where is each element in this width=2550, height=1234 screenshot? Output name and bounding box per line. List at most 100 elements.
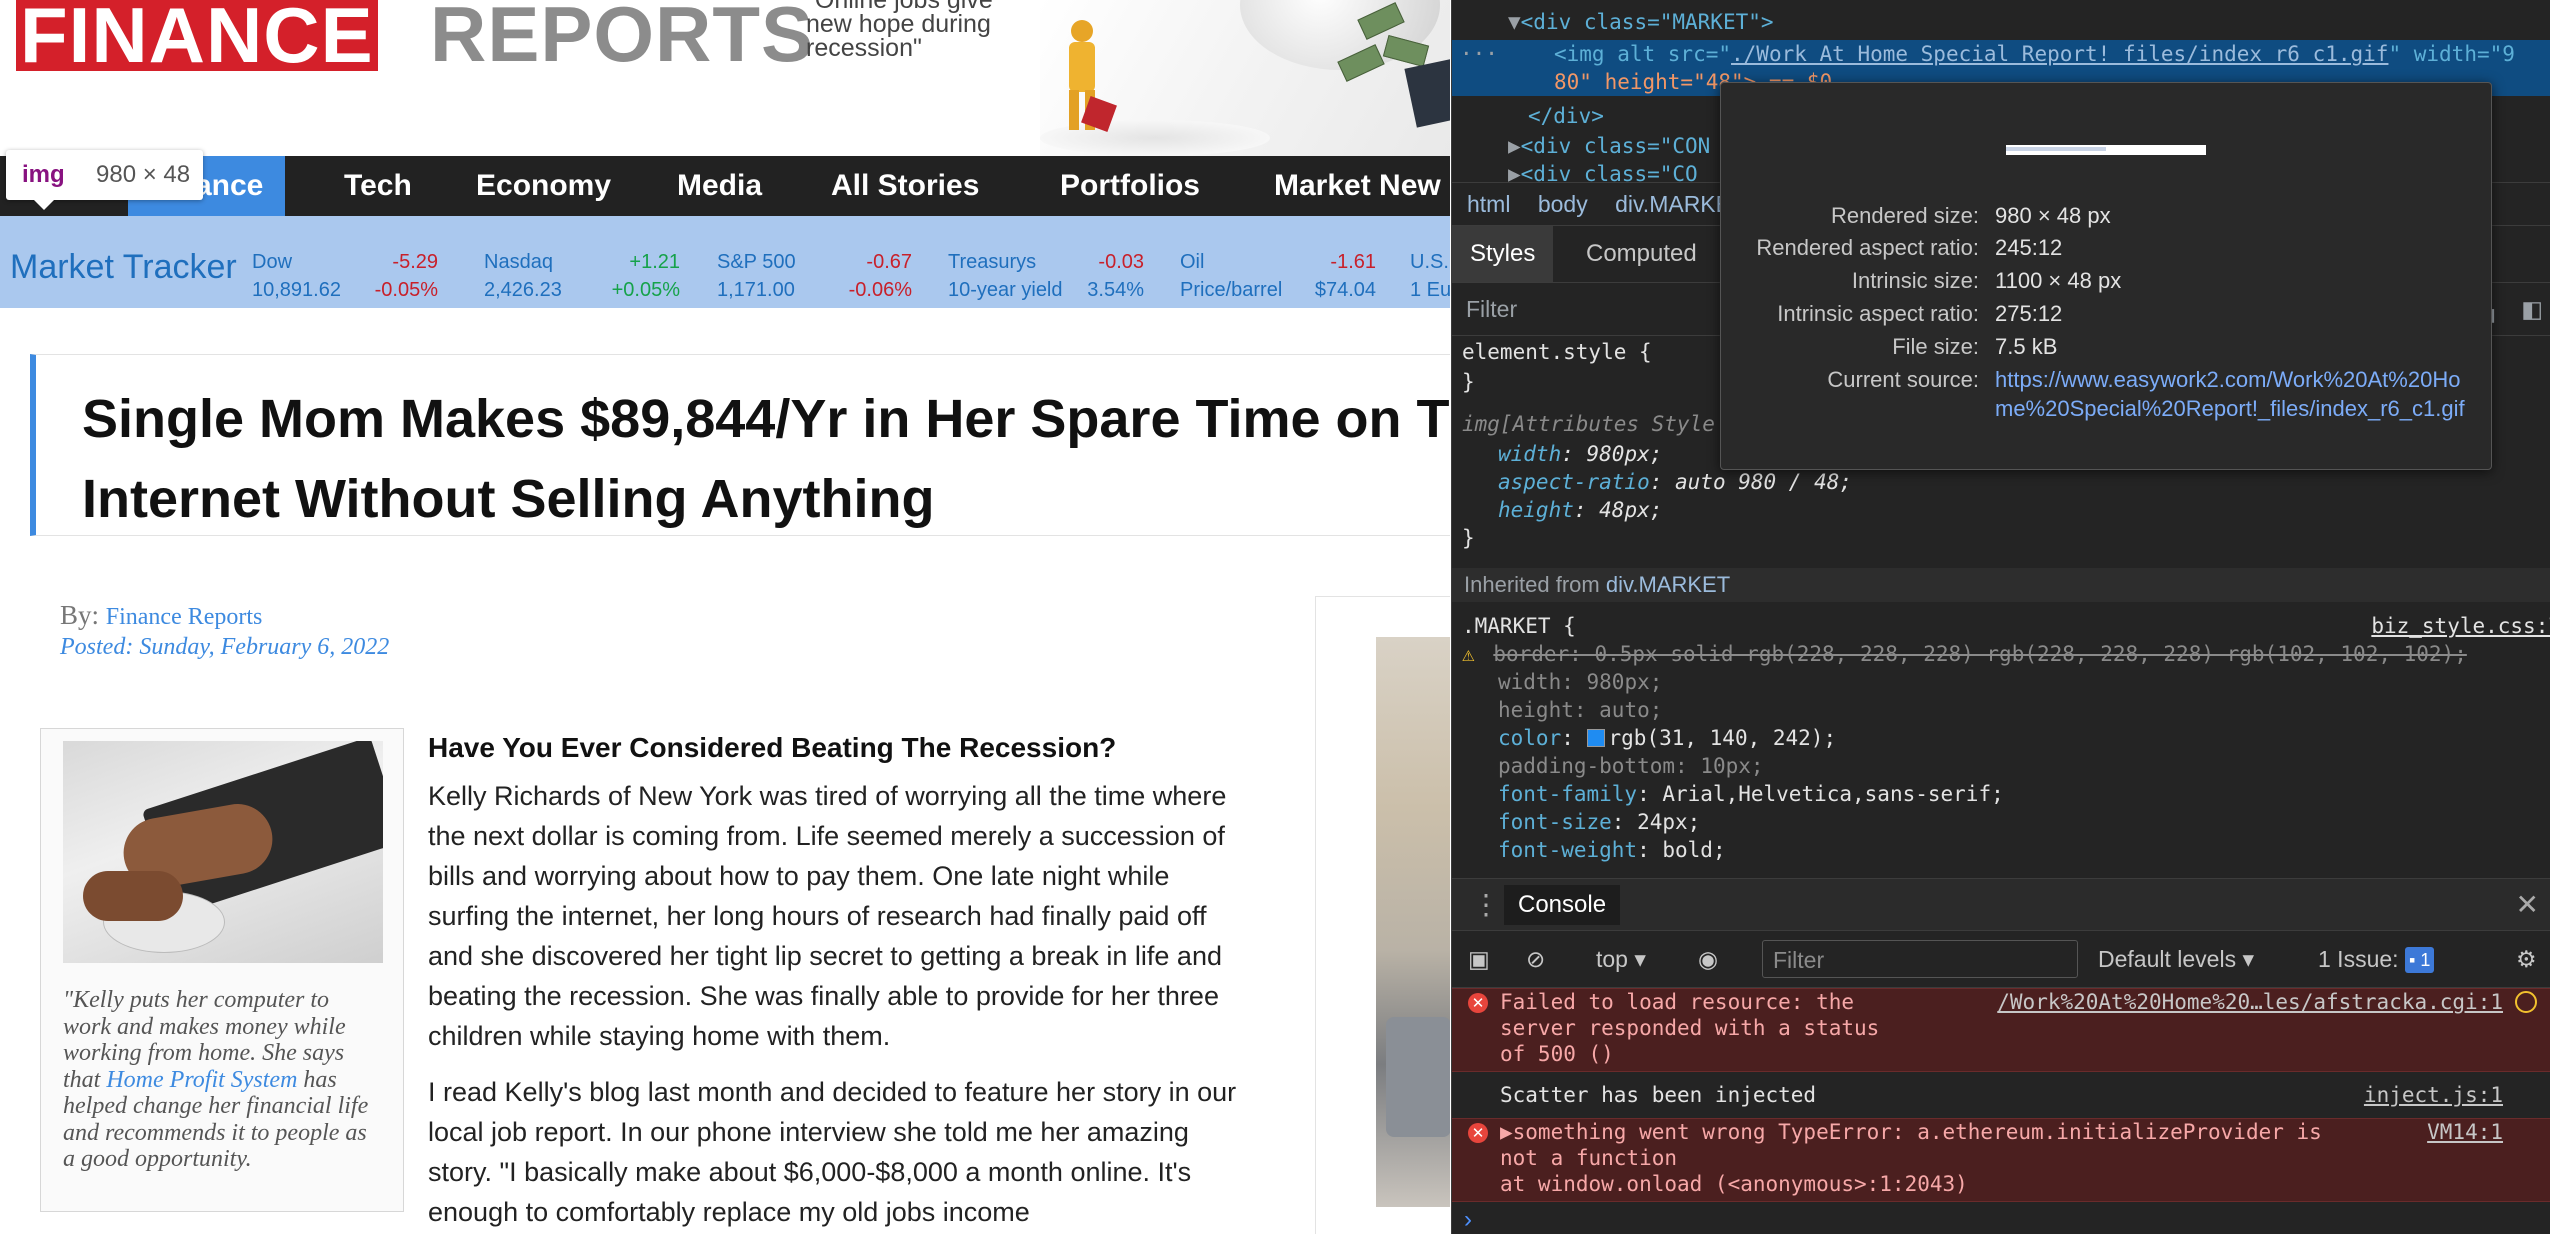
tab-console[interactable]: Console [1504, 885, 1621, 925]
css-prop-height-inherited[interactable]: height: auto; [1452, 696, 2550, 724]
market-tracker: Market Tracker Dow 10,891.62 -5.29 -0.05%… [0, 216, 1450, 308]
market-item-sp500[interactable]: S&P 500 1,171.00 -0.67 -0.06% [717, 248, 912, 304]
article-headline: Single Mom Makes $89,844/Yr in Her Spare… [82, 389, 1450, 529]
inherited-from-link[interactable]: div.MARKET [1606, 572, 1730, 597]
console-message-line: server responded with a status [1500, 1016, 1880, 1040]
market-item-pct: -0.05% [374, 279, 438, 301]
log-levels-label: Default levels [2098, 946, 2237, 972]
css-prop-font-family[interactable]: font-family: Arial,Helvetica,sans-serif; [1452, 780, 2550, 808]
popover-key: Intrinsic size: [1851, 268, 1979, 293]
css-prop-padding-bottom[interactable]: padding-bottom: 10px; [1452, 752, 2550, 780]
console-error-message[interactable]: ✕ Failed to load resource: the server re… [1452, 988, 2550, 1072]
popover-value: 275:12 [1995, 301, 2063, 326]
market-item-usd[interactable]: U.S. 1 Eu [1410, 248, 1450, 304]
css-prop-value: 10px; [1700, 754, 1764, 778]
market-item-change: -1.61 [1330, 251, 1376, 273]
logo-reports[interactable]: REPORTS [430, 0, 814, 73]
toggle-sidebar-icon[interactable]: ◧ [2521, 283, 2543, 335]
nav-tech[interactable]: Tech [344, 156, 412, 216]
market-item-change: -5.29 [392, 251, 438, 273]
market-item-treasurys[interactable]: Treasurys 10-year yield -0.03 3.54% [948, 248, 1144, 304]
log-levels-dropdown[interactable]: Default levels ▾ [2098, 931, 2254, 987]
market-item-nasdaq[interactable]: Nasdaq 2,426.23 +1.21 +0.05% [484, 248, 680, 304]
tab-styles[interactable]: Styles [1452, 226, 1554, 282]
console-source-link[interactable]: VM14:1 [2427, 1119, 2503, 1145]
css-prop-font-size[interactable]: font-size: 24px; [1452, 808, 2550, 836]
css-prop-name: width [1498, 442, 1562, 466]
popover-key: File size: [1892, 334, 1979, 359]
dom-node-text: <div class="CO [1520, 162, 1698, 182]
color-swatch[interactable] [1586, 729, 1605, 747]
popover-key: Intrinsic aspect ratio: [1777, 301, 1979, 326]
css-prop-aspect-ratio[interactable]: aspect-ratio: auto 980 / 48; [1452, 468, 2550, 496]
console-source-link[interactable]: /Work%20At%20Home%20…les/afstracka.cgi:1 [1997, 989, 2503, 1015]
caption-link[interactable]: Home Profit System [106, 1067, 297, 1093]
console-message-line: Failed to load resource: the [1500, 990, 1855, 1014]
devtools-panel: ▼<div class="MARKET"> ··· <img alt src="… [1451, 0, 2550, 1234]
nav-portfolios[interactable]: Portfolios [1060, 156, 1200, 216]
css-prop-value: 24px; [1637, 810, 1701, 834]
network-request-icon[interactable] [2515, 991, 2537, 1013]
right-rail [1315, 596, 1450, 1234]
console-error-message[interactable]: ✕ ▶something went wrong TypeError: a.eth… [1452, 1118, 2550, 1202]
market-item-pct: $74.04 [1314, 279, 1376, 301]
article-paragraph: I read Kelly's blog last month and decid… [428, 1077, 1237, 1227]
issues-count-badge: ▪ 1 [2404, 947, 2435, 973]
logo-finance[interactable]: FINANCE [16, 0, 378, 74]
popover-value: 980 × 48 px [1995, 203, 2111, 228]
issues-button[interactable]: 1 Issue: ▪ 1 [2318, 931, 2435, 987]
popover-source-link[interactable]: https://www.easywork2.com/Work%20At%20Ho… [1995, 365, 2475, 423]
console-filter-input[interactable]: Filter [1762, 940, 2078, 978]
css-source-link[interactable]: biz_style.css:7 [2371, 612, 2550, 640]
nav-economy[interactable]: Economy [476, 156, 611, 216]
nav-media[interactable]: Media [677, 156, 762, 216]
console-info-message[interactable]: Scatter has been injected inject.js:1 [1452, 1082, 2550, 1110]
css-prop-name: font-family [1498, 782, 1638, 806]
market-item-pct: +0.05% [611, 279, 680, 301]
gear-icon[interactable]: ⚙ [2516, 931, 2537, 987]
popover-key: Rendered aspect ratio: [1756, 235, 1979, 260]
sidebar-toggle-icon[interactable]: ▣ [1468, 931, 1490, 987]
live-expression-eye-icon[interactable]: ◉ [1698, 931, 1718, 987]
tab-computed[interactable]: Computed [1568, 226, 1715, 282]
main-nav: Finance Tech Economy Media All Stories P… [0, 156, 1450, 216]
dom-img-src-link[interactable]: ./Work At Home Special Report! files/ind… [1731, 42, 2388, 66]
issues-label: 1 Issue: [2318, 946, 2399, 972]
nav-market-news[interactable]: Market New [1274, 156, 1441, 216]
console-prompt-icon[interactable]: › [1464, 1206, 1472, 1234]
more-options-icon[interactable]: ··· [1460, 40, 1498, 68]
nav-all-stories[interactable]: All Stories [831, 156, 979, 216]
dom-img-open: <img alt src=" [1554, 42, 1732, 66]
css-prop-width-inherited[interactable]: width: 980px; [1452, 668, 2550, 696]
market-rule-selector[interactable]: .MARKET { biz_style.css:7 [1452, 612, 2550, 640]
styles-filter-input[interactable]: Filter [1466, 283, 1517, 335]
css-prop-border[interactable]: ⚠ border: 0.5px solid rgb(228, 228, 228)… [1452, 640, 2550, 668]
dom-node-text: <div class="CON [1520, 134, 1711, 158]
header-hero-image [1040, 0, 1450, 156]
market-tracker-label: Market Tracker [10, 248, 237, 286]
drawer-menu-icon[interactable]: ⋮ [1472, 885, 1500, 925]
css-prop-value: auto 980 / 48; [1675, 470, 1853, 494]
market-item-dow[interactable]: Dow 10,891.62 -5.29 -0.05% [252, 248, 438, 304]
css-prop-value: bold; [1662, 838, 1726, 862]
clear-console-icon[interactable]: ⊘ [1526, 931, 1545, 987]
market-item-name: U.S. [1410, 251, 1449, 273]
breadcrumb-html[interactable]: html [1467, 191, 1510, 217]
market-item-oil[interactable]: Oil Price/barrel -1.61 $74.04 [1180, 248, 1376, 304]
css-prop-color[interactable]: color: rgb(31, 140, 242); [1452, 724, 2550, 752]
css-prop-value: rgb(31, 140, 242); [1608, 726, 1837, 750]
header-tagline: "Online jobs give new hope during recess… [806, 0, 993, 62]
error-icon: ✕ [1468, 993, 1488, 1013]
headline-box: Single Mom Makes $89,844/Yr in Her Spare… [30, 354, 1450, 536]
css-prop-font-weight[interactable]: font-weight: bold; [1452, 836, 2550, 864]
css-prop-height[interactable]: height: 48px; [1452, 496, 2550, 524]
dom-node-market[interactable]: ▼<div class="MARKET"> [1452, 8, 2550, 36]
css-prop-name: padding-bottom [1498, 754, 1676, 778]
close-icon[interactable]: ✕ [2516, 887, 2539, 923]
posted-date: Posted: Sunday, February 6, 2022 [60, 634, 390, 660]
console-source-link[interactable]: inject.js:1 [2364, 1082, 2503, 1108]
context-selector[interactable]: top ▾ [1596, 931, 1646, 987]
breadcrumb-body[interactable]: body [1538, 191, 1588, 217]
css-prop-name: font-weight [1498, 838, 1638, 862]
byline-author-link[interactable]: Finance Reports [106, 604, 263, 630]
